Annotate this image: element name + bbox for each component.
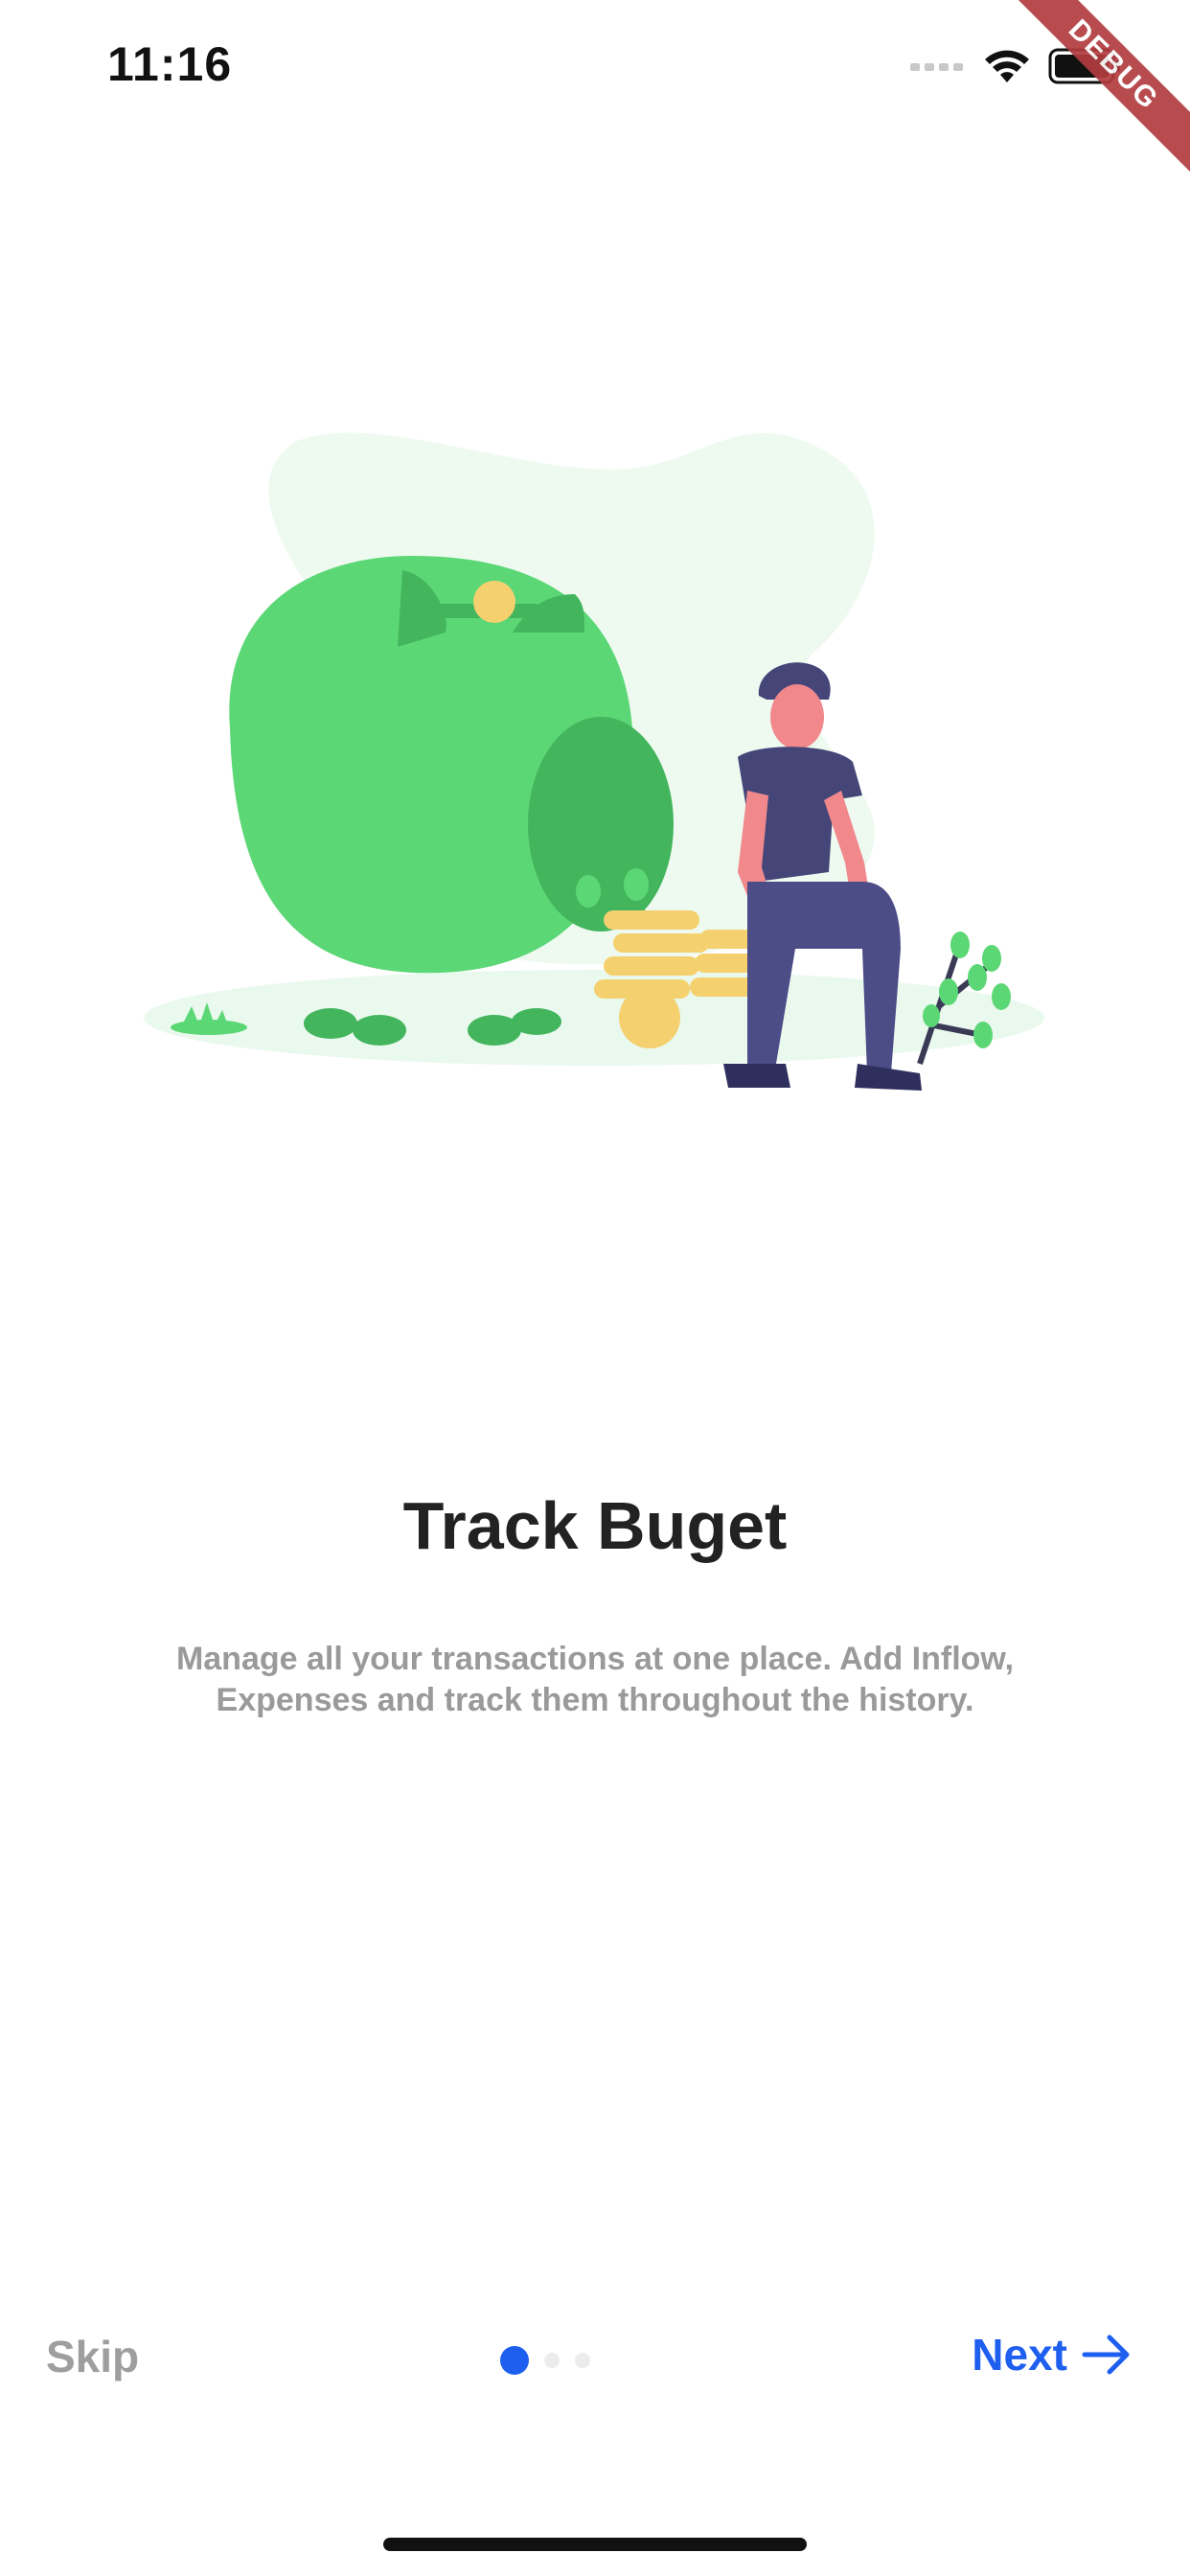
status-icons <box>910 42 1123 90</box>
next-button[interactable]: Next <box>972 2329 1133 2380</box>
status-bar: 11:16 <box>0 0 1190 134</box>
status-time: 11:16 <box>107 37 233 91</box>
onboarding-description: Manage all your transactions at one plac… <box>175 1641 1015 1718</box>
pig-foot <box>304 1008 357 1039</box>
pig-nostril <box>624 868 649 901</box>
onboarding-title: Track Buget <box>402 1488 788 1563</box>
arrow-right-icon <box>1082 2334 1130 2375</box>
skip-button[interactable]: Skip <box>46 2331 139 2382</box>
ground-shadow <box>144 970 1044 1066</box>
page-dot[interactable] <box>575 2353 590 2368</box>
pig-snout <box>528 717 674 932</box>
page-dot-active[interactable] <box>500 2346 529 2375</box>
battery-icon <box>1048 48 1120 84</box>
home-indicator[interactable] <box>383 2538 807 2551</box>
wifi-icon <box>985 50 1029 82</box>
piggy-bank-illustration <box>144 432 1044 1091</box>
pig-foot <box>512 1008 561 1035</box>
page-indicator <box>500 2346 590 2375</box>
pig-foot <box>353 1015 406 1046</box>
coin-in-slot <box>473 581 515 623</box>
signal-dots-icon <box>910 63 963 71</box>
page-dot[interactable] <box>544 2353 560 2368</box>
pig-nostril <box>576 875 601 908</box>
next-button-label: Next <box>972 2330 1067 2380</box>
